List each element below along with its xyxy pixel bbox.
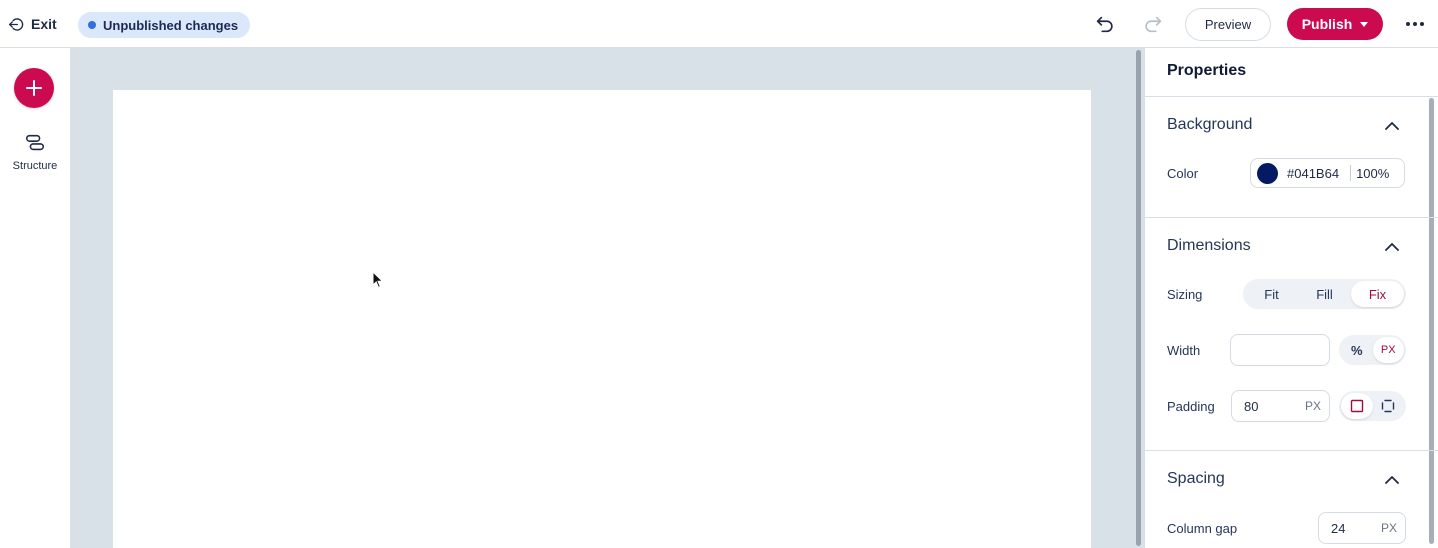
undo-icon xyxy=(1096,16,1113,33)
canvas-scrollbar-thumb[interactable] xyxy=(1136,50,1141,546)
exit-button[interactable]: Exit xyxy=(8,14,57,34)
sizing-label: Sizing xyxy=(1167,287,1203,302)
divider xyxy=(1145,450,1438,451)
sizing-option-fit[interactable]: Fit xyxy=(1245,281,1298,307)
padding-label: Padding xyxy=(1167,399,1215,414)
column-gap-value: 24 xyxy=(1331,520,1346,536)
padding-individual-button[interactable] xyxy=(1373,393,1405,419)
mouse-cursor-icon xyxy=(372,271,384,289)
publish-label: Publish xyxy=(1301,16,1353,32)
canvas-scrollbar[interactable] xyxy=(1134,48,1144,548)
structure-button[interactable]: Structure xyxy=(4,132,66,172)
column-gap-input[interactable]: 24 PX xyxy=(1318,512,1406,544)
undo-button[interactable] xyxy=(1092,12,1118,36)
percent-icon: % xyxy=(1350,342,1363,358)
chevron-up-icon[interactable] xyxy=(1383,120,1401,132)
section-title-dimensions: Dimensions xyxy=(1167,237,1251,254)
sizing-option-fill[interactable]: Fill xyxy=(1298,281,1351,307)
section-title-spacing: Spacing xyxy=(1167,470,1225,487)
caret-down-icon xyxy=(1360,21,1369,27)
redo-button[interactable] xyxy=(1140,12,1166,36)
chevron-up-icon[interactable] xyxy=(1383,241,1401,253)
exit-label: Exit xyxy=(31,16,57,32)
padding-mode-toggle xyxy=(1339,391,1406,421)
page-canvas[interactable] xyxy=(113,90,1091,548)
add-element-button[interactable] xyxy=(14,68,54,108)
panel-title: Properties xyxy=(1167,62,1247,79)
padding-sides-icon xyxy=(1382,399,1395,413)
background-color-field[interactable]: #041B64 100% xyxy=(1250,158,1405,188)
redo-icon xyxy=(1145,16,1162,33)
divider xyxy=(1350,165,1352,181)
more-dot-icon xyxy=(1406,22,1410,26)
section-title-background: Background xyxy=(1167,116,1253,133)
more-dot-icon xyxy=(1420,22,1424,26)
properties-panel: Properties Background Color #041B64 100%… xyxy=(1144,48,1438,548)
unit-percent-button[interactable]: % xyxy=(1341,337,1373,363)
left-rail: Structure xyxy=(0,48,70,548)
unit-px-button[interactable]: PX xyxy=(1372,337,1404,363)
width-label: Width xyxy=(1167,343,1201,358)
column-gap-unit: PX xyxy=(1380,521,1397,535)
top-bar: Exit Unpublished changes Preview Publish xyxy=(0,0,1438,48)
plus-icon xyxy=(26,80,42,96)
more-options-button[interactable] xyxy=(1402,14,1428,34)
structure-icon xyxy=(25,134,45,151)
publish-button[interactable]: Publish xyxy=(1287,8,1383,40)
square-icon xyxy=(1350,399,1363,413)
column-gap-label: Column gap xyxy=(1167,521,1238,536)
width-input[interactable] xyxy=(1230,334,1330,366)
canvas-area[interactable] xyxy=(70,48,1134,548)
panel-scrollbar[interactable] xyxy=(1429,98,1434,544)
padding-value: 80 xyxy=(1244,398,1259,414)
color-swatch[interactable] xyxy=(1257,162,1278,184)
color-label: Color xyxy=(1167,166,1199,181)
color-hex-value: #041B64 xyxy=(1287,165,1340,181)
status-dot-icon xyxy=(88,21,96,29)
exit-icon xyxy=(9,17,24,31)
status-badge-label: Unpublished changes xyxy=(103,17,239,33)
width-unit-toggle: % PX xyxy=(1339,335,1406,365)
divider xyxy=(1145,96,1438,97)
divider xyxy=(1145,217,1438,218)
sizing-segmented-control: Fit Fill Fix xyxy=(1243,279,1406,309)
more-dot-icon xyxy=(1413,22,1417,26)
structure-label: Structure xyxy=(12,160,58,172)
status-badge: Unpublished changes xyxy=(78,12,251,38)
padding-uniform-button[interactable] xyxy=(1341,393,1373,419)
preview-button[interactable]: Preview xyxy=(1185,8,1271,41)
color-opacity-value: 100% xyxy=(1356,165,1390,181)
sizing-option-fix[interactable]: Fix xyxy=(1351,281,1404,307)
padding-input[interactable]: 80 PX xyxy=(1231,390,1330,422)
padding-unit: PX xyxy=(1304,399,1321,413)
chevron-up-icon[interactable] xyxy=(1383,474,1401,486)
